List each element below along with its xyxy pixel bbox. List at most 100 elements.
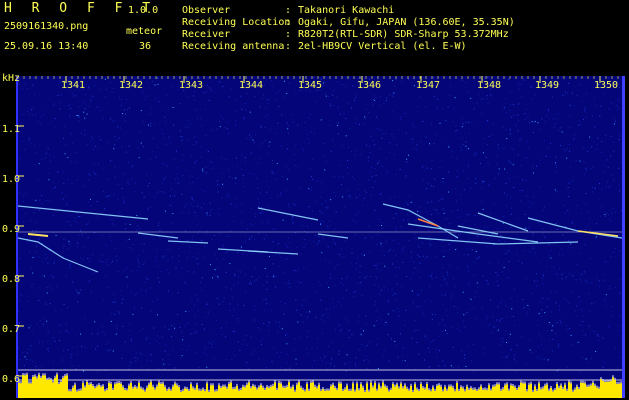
noise-pixel <box>345 317 347 319</box>
noise-pixel <box>576 204 578 206</box>
noise-pixel <box>402 360 403 362</box>
noise-pixel <box>382 133 384 135</box>
level-bar-cap <box>350 388 352 391</box>
noise-pixel <box>185 230 186 232</box>
noise-pixel <box>276 91 278 93</box>
noise-pixel <box>322 82 324 84</box>
noise-pixel <box>178 182 180 184</box>
noise-pixel <box>573 105 575 107</box>
noise-pixel <box>212 167 214 169</box>
level-bar <box>182 390 184 398</box>
noise-pixel <box>18 370 20 372</box>
level-bar <box>420 383 422 398</box>
noise-pixel <box>25 84 27 85</box>
noise-pixel <box>502 356 504 358</box>
level-bar <box>200 390 202 398</box>
level-bar <box>96 386 98 398</box>
noise-pixel <box>364 253 365 255</box>
noise-pixel <box>366 359 368 361</box>
noise-pixel <box>201 277 203 279</box>
noise-pixel <box>167 165 168 167</box>
noise-pixel <box>71 365 73 367</box>
level-bar-cap <box>20 381 22 384</box>
noise-pixel <box>264 107 266 109</box>
noise-pixel <box>63 238 65 240</box>
noise-pixel <box>341 184 342 185</box>
noise-pixel <box>249 223 251 225</box>
noise-pixel <box>34 94 36 96</box>
noise-pixel <box>249 138 251 140</box>
noise-pixel <box>355 150 357 151</box>
noise-pixel <box>261 211 263 212</box>
noise-pixel <box>208 151 209 153</box>
noise-pixel <box>534 252 536 254</box>
noise-pixel <box>489 262 491 264</box>
noise-pixel <box>101 254 103 256</box>
noise-pixel <box>231 177 233 179</box>
level-bar-cap <box>404 383 406 386</box>
level-bar <box>454 391 456 398</box>
noise-pixel <box>458 366 460 368</box>
noise-pixel <box>84 347 86 349</box>
noise-pixel <box>231 359 233 361</box>
noise-pixel <box>118 184 119 186</box>
noise-pixel <box>157 335 159 337</box>
noise-pixel <box>509 133 511 135</box>
noise-pixel <box>504 168 506 170</box>
noise-pixel <box>149 158 151 160</box>
noise-pixel <box>19 192 21 194</box>
noise-pixel <box>278 254 280 256</box>
noise-pixel <box>529 308 530 310</box>
noise-pixel <box>352 85 354 87</box>
noise-pixel <box>457 307 459 309</box>
noise-pixel <box>443 246 445 247</box>
level-bar <box>548 390 550 398</box>
noise-pixel <box>495 272 497 273</box>
noise-pixel <box>561 273 563 275</box>
noise-pixel <box>124 269 126 271</box>
level-bar <box>20 383 22 398</box>
noise-pixel <box>317 337 319 339</box>
noise-pixel <box>560 145 562 147</box>
level-bar-cap <box>146 385 148 388</box>
noise-pixel <box>381 249 383 251</box>
noise-pixel <box>541 118 543 120</box>
noise-pixel <box>525 241 527 243</box>
noise-pixel <box>508 79 509 80</box>
noise-pixel <box>554 162 556 164</box>
level-bar <box>180 391 182 398</box>
noise-pixel <box>100 139 102 141</box>
noise-pixel <box>434 314 436 315</box>
noise-pixel <box>271 310 273 312</box>
noise-pixel <box>513 104 514 106</box>
noise-pixel <box>70 107 72 109</box>
level-bar-cap <box>26 372 28 375</box>
level-bar-cap <box>274 380 276 383</box>
spectrogram-plot <box>18 76 622 398</box>
noise-pixel <box>442 240 444 242</box>
noise-pixel <box>426 225 428 227</box>
noise-pixel <box>475 292 477 294</box>
level-bar-cap <box>56 372 58 375</box>
level-bar-cap <box>448 384 450 387</box>
noise-pixel <box>120 104 122 106</box>
noise-pixel <box>590 168 592 170</box>
noise-pixel <box>506 355 508 357</box>
noise-pixel <box>233 284 235 286</box>
noise-pixel <box>161 183 163 185</box>
noise-pixel <box>253 142 255 144</box>
noise-pixel <box>604 261 606 263</box>
noise-pixel <box>552 118 554 120</box>
level-bar-cap <box>578 386 580 389</box>
noise-pixel <box>242 178 244 180</box>
noise-pixel <box>603 171 604 173</box>
noise-pixel <box>170 205 172 207</box>
level-bar-cap <box>218 383 220 386</box>
noise-pixel <box>414 330 416 332</box>
noise-pixel <box>350 263 352 265</box>
noise-pixel <box>613 150 614 152</box>
noise-pixel <box>389 142 391 144</box>
noise-pixel <box>125 223 126 225</box>
noise-pixel <box>513 358 515 360</box>
noise-pixel <box>448 244 449 246</box>
